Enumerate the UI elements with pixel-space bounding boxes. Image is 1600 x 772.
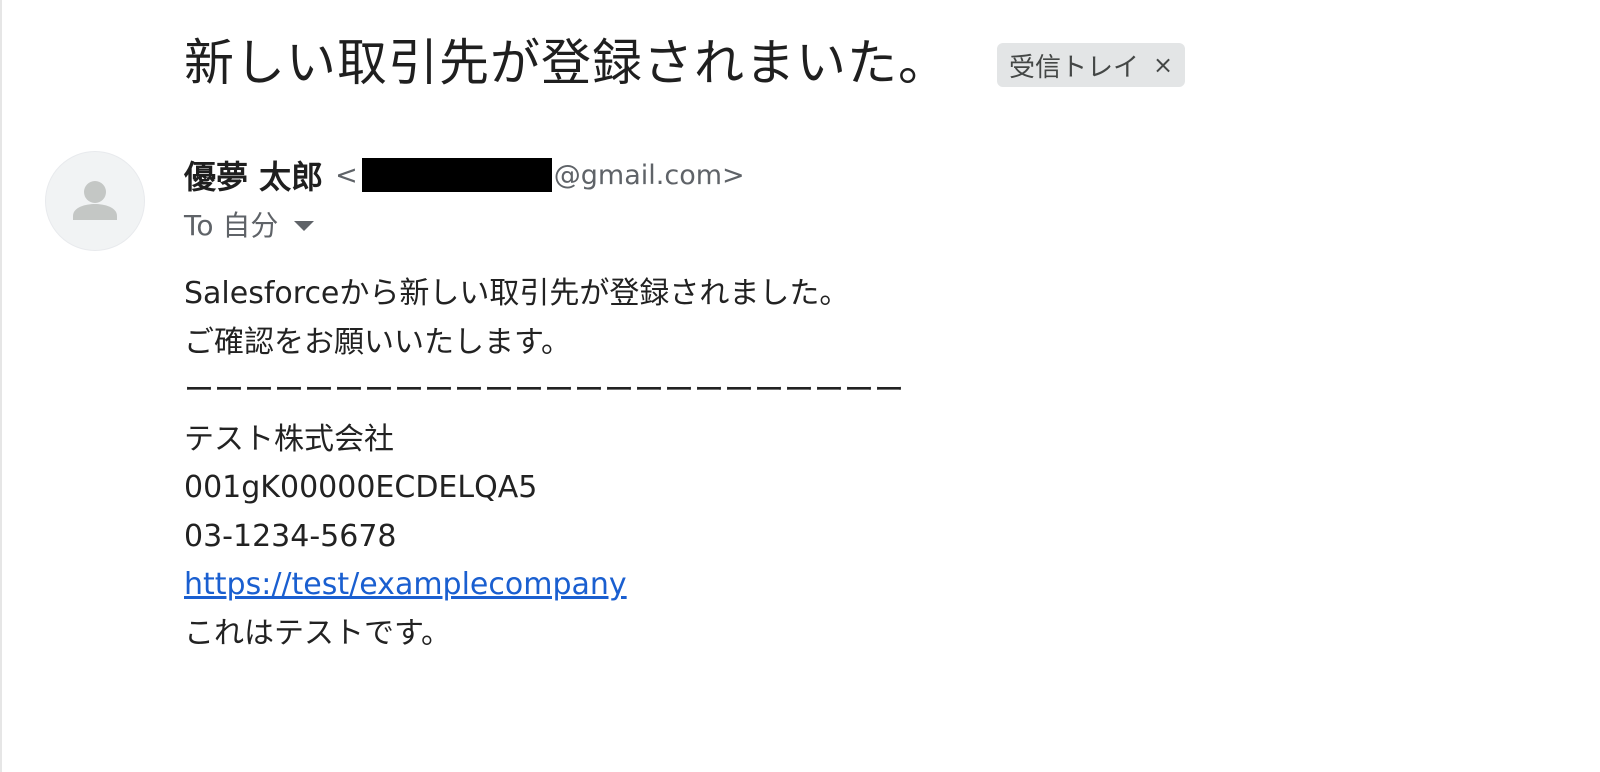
- body-company-name: テスト株式会社: [184, 421, 394, 457]
- body-line-request: ご確認をお願いいたします。: [184, 324, 571, 360]
- person-avatar-icon[interactable]: [45, 151, 145, 251]
- body-separator: ーーーーーーーーーーーーーーーーーーーーーーーー: [184, 373, 904, 408]
- body-website-link[interactable]: https://test/examplecompany: [184, 567, 627, 602]
- sender-name[interactable]: 優夢 太郎: [184, 152, 323, 198]
- label-chip-inbox[interactable]: 受信トレイ ×: [997, 43, 1186, 87]
- caret-down-icon[interactable]: [294, 221, 315, 231]
- sender-email: < @gmail.com>: [335, 158, 745, 192]
- recipient-toggle[interactable]: To 自分: [184, 204, 315, 244]
- redacted-email-user: [361, 158, 552, 192]
- email-open-bracket: <: [335, 159, 358, 191]
- body-closing: これはテストです。: [184, 615, 451, 651]
- body-phone: 03-1234-5678: [184, 518, 397, 554]
- email-view: 新しい取引先が登録されまいた。 受信トレイ × 優夢 太郎 < @gmail.c…: [0, 0, 1600, 772]
- body-line-intro: Salesforceから新しい取引先が登録されました。: [184, 276, 850, 311]
- close-icon[interactable]: ×: [1153, 51, 1173, 79]
- email-body: Salesforceから新しい取引先が登録されました。 ご確認をお願いいたします…: [184, 270, 904, 658]
- email-domain: @gmail.com>: [553, 159, 745, 191]
- email-subject: 新しい取引先が登録されまいた。: [184, 34, 949, 92]
- label-chip-text: 受信トレイ: [1009, 52, 1140, 83]
- body-record-id: 001gK00000ECDELQA5: [184, 470, 538, 505]
- sender-row: 優夢 太郎 < @gmail.com>: [184, 153, 745, 197]
- recipient-label: To 自分: [184, 209, 279, 242]
- subject-row: 新しい取引先が登録されまいた。 受信トレイ ×: [184, 28, 1186, 98]
